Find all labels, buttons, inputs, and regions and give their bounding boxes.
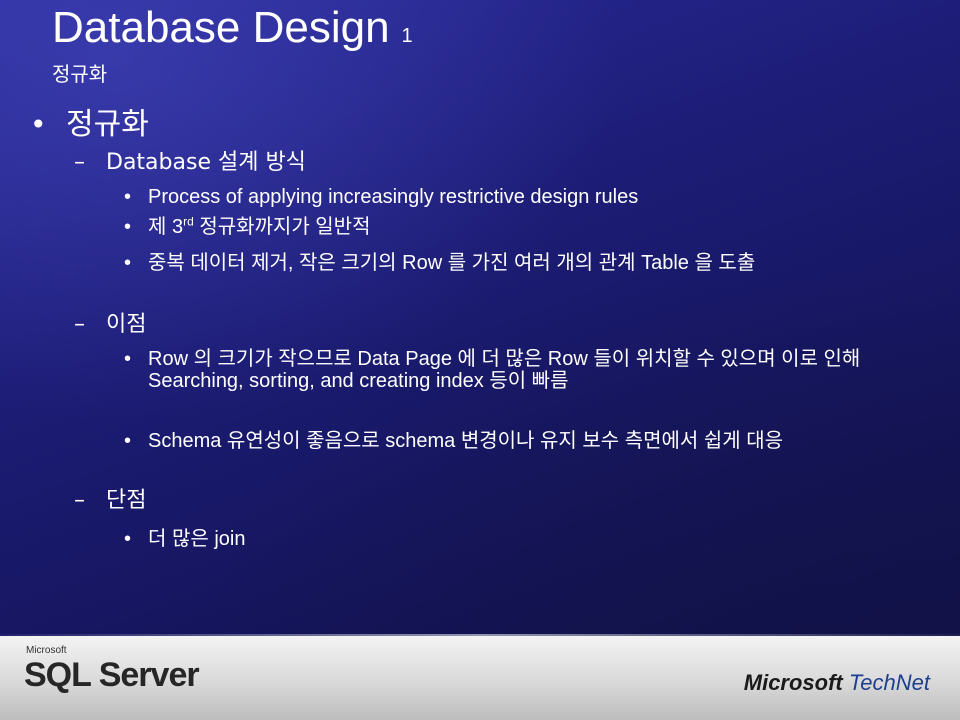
slide-title-number: 1: [401, 25, 413, 47]
list-item: • Process of applying increasingly restr…: [124, 186, 918, 208]
list-item-text: 더 많은 join: [148, 528, 246, 550]
technet-wordmark: TechNet: [848, 670, 930, 695]
list-item-text: Schema 유연성이 좋음으로 schema 변경이나 유지 보수 측면에서 …: [148, 430, 784, 452]
list-item: • Row 의 크기가 작으므로 Data Page 에 더 많은 Row 들이…: [124, 348, 918, 392]
list-item: • 중복 데이터 제거, 작은 크기의 Row 를 가진 여러 개의 관계 Ta…: [124, 252, 848, 274]
list-item: • 제 3rd 정규화까지가 일반적: [124, 214, 918, 238]
microsoft-small-logo: Microsoft: [26, 645, 67, 656]
list-item-text: 제 3rd 정규화까지가 일반적: [148, 214, 918, 238]
main-bullet-text: 정규화: [66, 107, 149, 142]
bullet-marker: •: [124, 528, 132, 550]
list-item-suffix: 정규화까지가 일반적: [193, 216, 371, 238]
section-heading-text: Database 설계 방식: [106, 150, 306, 175]
microsoft-technet-logo: Microsoft TechNet: [744, 670, 930, 696]
footer-bar: Microsoft SQL Server Microsoft TechNet: [0, 636, 960, 720]
list-item-prefix: 제 3: [148, 216, 184, 238]
microsoft-wordmark: Microsoft: [743, 670, 843, 695]
main-bullet: • 정규화: [30, 106, 149, 144]
list-item-text: Process of applying increasingly restric…: [148, 186, 639, 208]
slide-title-text: Database Design: [52, 3, 390, 52]
section-heading-text: 단점: [106, 488, 147, 513]
bullet-marker: •: [124, 348, 132, 370]
sql-server-logo: SQL Server: [24, 656, 200, 694]
ordinal-superscript: rd: [183, 214, 194, 229]
section-heading-advantages: – 이점: [74, 310, 146, 340]
bullet-marker: •: [30, 108, 47, 141]
list-item: • Schema 유연성이 좋음으로 schema 변경이나 유지 보수 측면에…: [124, 430, 828, 452]
dash-marker: –: [74, 150, 85, 175]
bullet-marker: •: [124, 430, 132, 452]
slide-subtitle: 정규화: [52, 62, 108, 86]
slide: Database Design 1 정규화 • 정규화 – Database 설계 방…: [0, 0, 960, 630]
slide-title: Database Design 1: [52, 2, 413, 62]
dash-marker: –: [74, 312, 85, 337]
bullet-marker: •: [124, 186, 132, 208]
bullet-marker: •: [124, 216, 132, 238]
section-heading-text: 이점: [106, 312, 147, 337]
dash-marker: –: [74, 488, 85, 513]
list-item-text: Row 의 크기가 작으므로 Data Page 에 더 많은 Row 들이 위…: [148, 348, 861, 392]
section-heading-design: – Database 설계 방식: [74, 148, 306, 178]
list-item-text: 중복 데이터 제거, 작은 크기의 Row 를 가진 여러 개의 관계 Tabl…: [148, 252, 756, 274]
list-item: • 더 많은 join: [124, 528, 918, 550]
section-heading-disadvantages: – 단점: [74, 486, 146, 516]
bullet-marker: •: [124, 252, 132, 274]
